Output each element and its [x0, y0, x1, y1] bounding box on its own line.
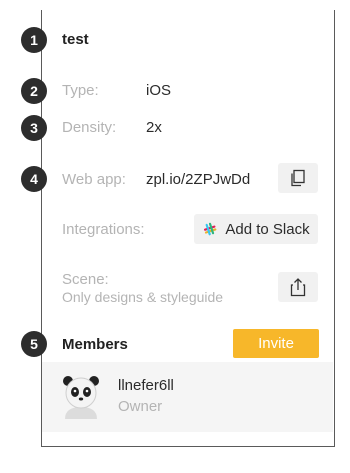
callout-badge-5: 5 — [21, 331, 47, 357]
share-scene-button[interactable] — [278, 272, 318, 302]
share-icon — [290, 278, 306, 297]
callout-badge-2: 2 — [21, 78, 47, 104]
member-role: Owner — [118, 398, 163, 415]
member-name: llnefer6ll — [118, 377, 174, 394]
panda-avatar — [63, 376, 99, 419]
web-app-link[interactable]: zpl.io/2ZPJwDd — [146, 171, 250, 188]
web-app-label: Web app: — [62, 171, 126, 188]
density-value: 2x — [146, 119, 162, 136]
scene-label: Scene: — [62, 271, 109, 288]
member-row[interactable]: llnefer6ll Owner — [42, 362, 333, 432]
type-label: Type: — [62, 82, 99, 99]
callout-badge-3: 3 — [21, 115, 47, 141]
copy-icon — [291, 169, 305, 187]
project-name: test — [62, 31, 89, 48]
slack-icon — [204, 222, 217, 236]
type-value: iOS — [146, 82, 172, 99]
integrations-label: Integrations: — [62, 221, 145, 238]
invite-button[interactable]: Invite — [233, 329, 319, 358]
scene-value: Only designs & styleguide — [62, 289, 224, 305]
copy-link-button[interactable] — [278, 163, 318, 193]
add-to-slack-label: Add to Slack — [225, 220, 310, 238]
density-label: Density: — [62, 119, 117, 136]
callout-badge-4: 4 — [21, 166, 47, 192]
callout-badge-1: 1 — [21, 27, 47, 53]
add-to-slack-button[interactable]: Add to Slack — [194, 214, 318, 244]
members-title: Members — [62, 336, 128, 353]
